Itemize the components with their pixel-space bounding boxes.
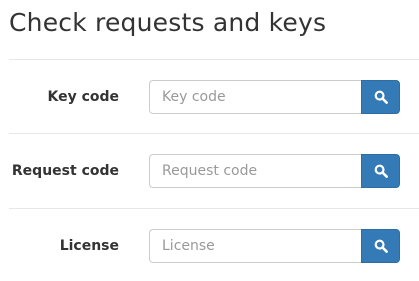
- search-icon: [374, 239, 388, 253]
- divider: [9, 59, 419, 60]
- request-code-row: Request code: [0, 154, 419, 188]
- page-title: Check requests and keys: [9, 8, 327, 37]
- divider: [9, 133, 419, 134]
- search-icon: [374, 90, 388, 104]
- divider: [9, 208, 419, 209]
- license-label: License: [59, 238, 119, 254]
- key-code-search-button[interactable]: [361, 80, 400, 114]
- key-code-row: Key code: [0, 80, 419, 114]
- license-row: License: [0, 229, 419, 263]
- request-code-label: Request code: [11, 163, 119, 179]
- search-icon: [374, 164, 388, 178]
- key-code-input[interactable]: [149, 80, 361, 114]
- key-code-label: Key code: [47, 89, 119, 105]
- license-search-button[interactable]: [361, 229, 400, 263]
- license-input[interactable]: [149, 229, 361, 263]
- request-code-search-button[interactable]: [361, 154, 400, 188]
- request-code-input[interactable]: [149, 154, 361, 188]
